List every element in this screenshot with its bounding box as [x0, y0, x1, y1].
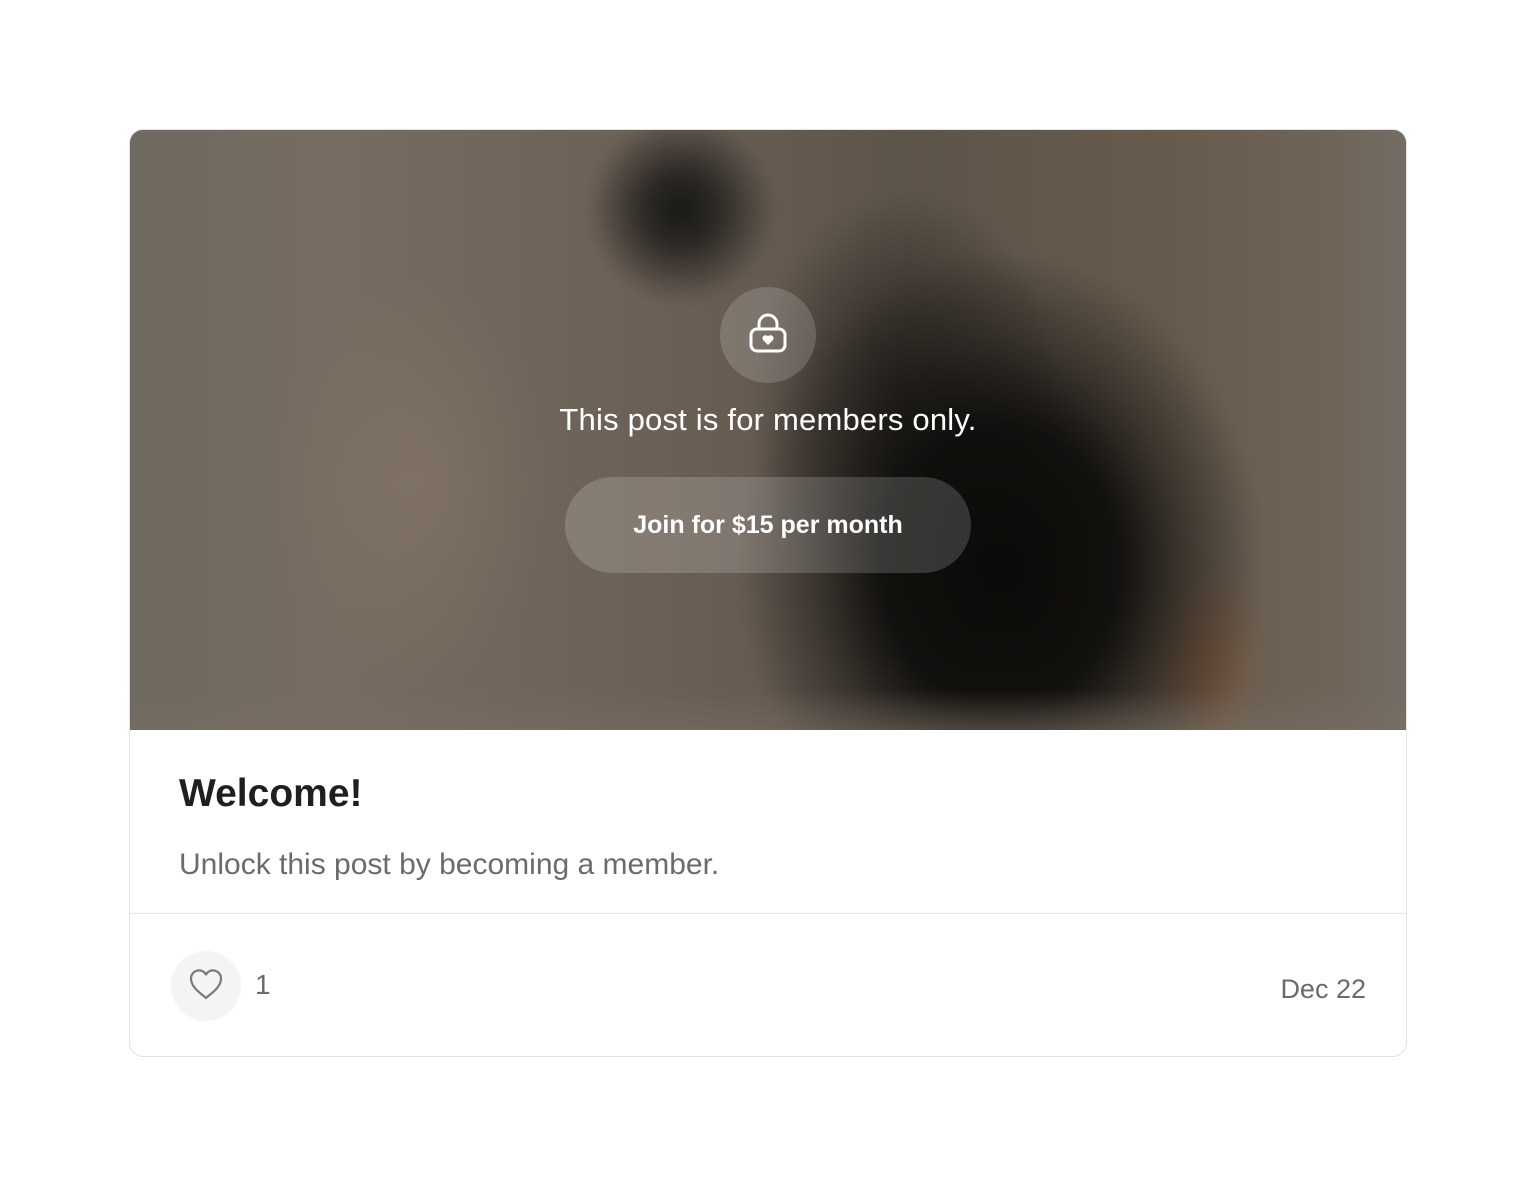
lock-badge: [720, 287, 816, 383]
post-card: This post is for members only. Join for …: [129, 129, 1407, 1057]
heart-icon: [188, 967, 224, 1006]
post-subtitle: Unlock this post by becoming a member.: [179, 848, 720, 881]
members-only-message: This post is for members only.: [559, 402, 977, 437]
like-button[interactable]: [171, 951, 241, 1021]
like-count: 1: [255, 969, 271, 1000]
post-footer: 1 Dec 22: [130, 914, 1406, 1056]
post-date: Dec 22: [1280, 974, 1366, 1004]
post-body: Welcome! Unlock this post by becoming a …: [130, 730, 1406, 914]
join-membership-button[interactable]: Join for $15 per month: [565, 477, 971, 573]
lock-heart-icon: [748, 312, 788, 359]
post-title[interactable]: Welcome!: [179, 772, 363, 816]
post-preview-image: This post is for members only. Join for …: [130, 130, 1406, 730]
